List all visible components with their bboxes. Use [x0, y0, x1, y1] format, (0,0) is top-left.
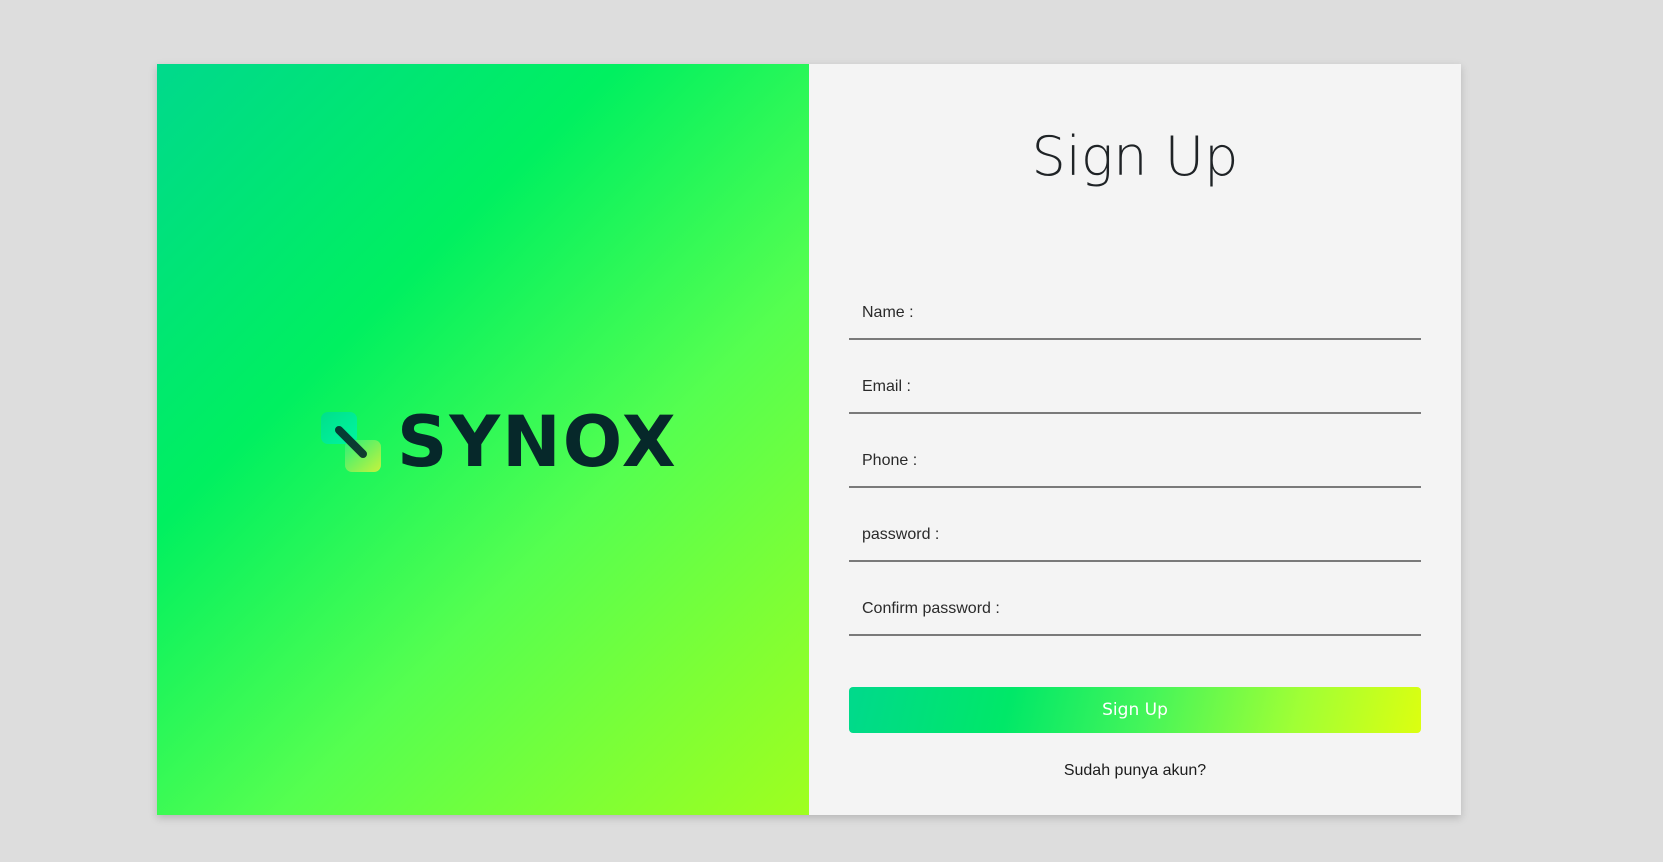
brand-name: SYNOX: [397, 401, 678, 483]
name-input[interactable]: [849, 288, 1421, 338]
phone-field: [849, 436, 1421, 488]
brand-logo: SYNOX: [319, 407, 678, 477]
phone-input[interactable]: [849, 436, 1421, 486]
brand-panel: SYNOX: [157, 64, 809, 815]
email-field: [849, 362, 1421, 414]
signup-button[interactable]: Sign Up: [849, 687, 1421, 733]
signup-card: SYNOX Sign Up Sign Up Sudah punya akun?: [157, 64, 1461, 815]
password-input[interactable]: [849, 510, 1421, 560]
signup-form: Sign Up Sign Up Sudah punya akun?: [809, 64, 1461, 815]
email-input[interactable]: [849, 362, 1421, 412]
synox-logo-icon: [321, 412, 381, 472]
form-title: Sign Up: [1031, 125, 1239, 188]
login-link[interactable]: Sudah punya akun?: [809, 762, 1461, 780]
confirm-password-field: [849, 584, 1421, 636]
confirm-password-input[interactable]: [849, 584, 1421, 634]
password-field: [849, 510, 1421, 562]
name-field: [849, 288, 1421, 340]
